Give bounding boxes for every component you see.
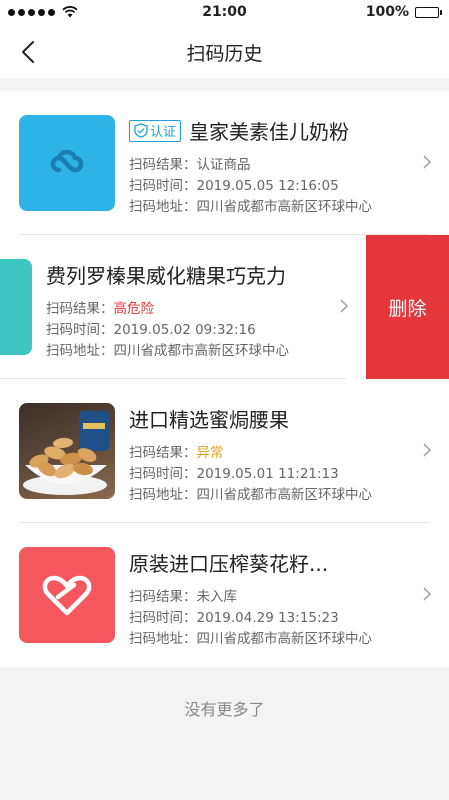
list-item[interactable]: 进口精选蜜焗腰果 扫码结果：异常 扫码时间：2019.05.01 11:21:1… xyxy=(0,379,449,523)
product-name-row: 认证 皇家美素佳儿奶粉 xyxy=(129,116,349,145)
product-name-row: 费列罗榛果威化糖果巧克力 xyxy=(46,260,286,289)
scan-result: 认证商品 xyxy=(196,157,251,173)
time-label: 扫码时间： xyxy=(129,178,197,194)
product-name-row: 原装进口压榨葵花籽... xyxy=(129,548,328,577)
scan-address: 四川省成都市高新区环球中心 xyxy=(196,487,373,503)
robot-mascot-icon xyxy=(0,277,14,337)
nav-bar: 扫码历史 xyxy=(0,26,449,78)
cloud-logo-icon xyxy=(50,149,84,173)
chevron-right-icon xyxy=(340,299,349,313)
scan-details: 扫码结果：未入库 扫码时间：2019.04.29 13:15:23 扫码地址：四… xyxy=(129,587,372,650)
address-label: 扫码地址： xyxy=(129,487,197,503)
product-thumbnail xyxy=(19,403,115,499)
time-label: 扫码时间： xyxy=(46,322,114,338)
scan-details: 扫码结果：认证商品 扫码时间：2019.05.05 12:16:05 扫码地址：… xyxy=(129,155,372,218)
list-item-swiped[interactable]: 费列罗榛果威化糖果巧克力 扫码结果：高危险 扫码时间：2019.05.02 09… xyxy=(0,235,449,379)
address-label: 扫码地址： xyxy=(129,631,197,647)
certified-badge-label: 认证 xyxy=(150,125,177,140)
list-item-content[interactable]: 费列罗榛果威化糖果巧克力 扫码结果：高危险 扫码时间：2019.05.02 09… xyxy=(0,235,366,379)
scan-history-list: 认证 皇家美素佳儿奶粉 扫码结果：认证商品 扫码时间：2019.05.05 12… xyxy=(0,91,449,667)
product-name-row: 进口精选蜜焗腰果 xyxy=(129,404,289,433)
scan-result: 未入库 xyxy=(196,589,238,605)
list-item[interactable]: 原装进口压榨葵花籽... 扫码结果：未入库 扫码时间：2019.04.29 13… xyxy=(0,523,449,667)
list-item[interactable]: 认证 皇家美素佳儿奶粉 扫码结果：认证商品 扫码时间：2019.05.05 12… xyxy=(0,91,449,235)
product-name: 皇家美素佳儿奶粉 xyxy=(189,120,350,144)
scan-address: 四川省成都市高新区环球中心 xyxy=(113,343,290,359)
battery-percent: 100% xyxy=(365,4,409,20)
time-label: 扫码时间： xyxy=(129,610,197,626)
time-label: 扫码时间： xyxy=(129,466,197,482)
product-thumbnail xyxy=(19,547,115,643)
product-thumbnail xyxy=(0,259,32,355)
result-label: 扫码结果： xyxy=(129,589,197,605)
scan-address: 四川省成都市高新区环球中心 xyxy=(196,199,373,215)
result-label: 扫码结果： xyxy=(46,301,114,317)
scan-details: 扫码结果：异常 扫码时间：2019.05.01 11:21:13 扫码地址：四川… xyxy=(129,443,372,506)
scan-details: 扫码结果：高危险 扫码时间：2019.05.02 09:32:16 扫码地址：四… xyxy=(46,299,289,362)
address-label: 扫码地址： xyxy=(46,343,114,359)
result-label: 扫码结果： xyxy=(129,157,197,173)
product-name: 进口精选蜜焗腰果 xyxy=(129,408,289,432)
scan-result: 高危险 xyxy=(113,301,155,317)
scan-time: 2019.05.05 12:16:05 xyxy=(196,178,339,194)
chevron-right-icon xyxy=(423,587,432,601)
product-name: 费列罗榛果威化糖果巧克力 xyxy=(46,264,286,288)
product-thumbnail xyxy=(19,115,115,211)
address-label: 扫码地址： xyxy=(129,199,197,215)
scan-time: 2019.05.02 09:32:16 xyxy=(113,322,256,338)
chevron-right-icon xyxy=(423,155,432,169)
cashew-bowl-image xyxy=(23,411,109,495)
scan-time: 2019.04.29 13:15:23 xyxy=(196,610,339,626)
no-more-text: 没有更多了 xyxy=(184,700,265,719)
product-name: 原装进口压榨葵花籽... xyxy=(129,552,329,576)
chevron-right-icon xyxy=(423,443,432,457)
page-title: 扫码历史 xyxy=(186,43,263,65)
result-label: 扫码结果： xyxy=(129,445,197,461)
delete-button[interactable]: 删除 xyxy=(366,235,449,379)
battery-status: 100% xyxy=(365,4,442,20)
certified-badge: 认证 xyxy=(129,119,182,142)
battery-icon xyxy=(415,6,442,18)
heart-logo-icon xyxy=(42,575,92,616)
scan-time: 2019.05.01 11:21:13 xyxy=(196,466,339,482)
status-bar: 21:00 100% xyxy=(0,0,449,26)
scan-address: 四川省成都市高新区环球中心 xyxy=(196,631,373,647)
scan-result: 异常 xyxy=(196,445,224,461)
shield-check-icon xyxy=(134,123,148,138)
